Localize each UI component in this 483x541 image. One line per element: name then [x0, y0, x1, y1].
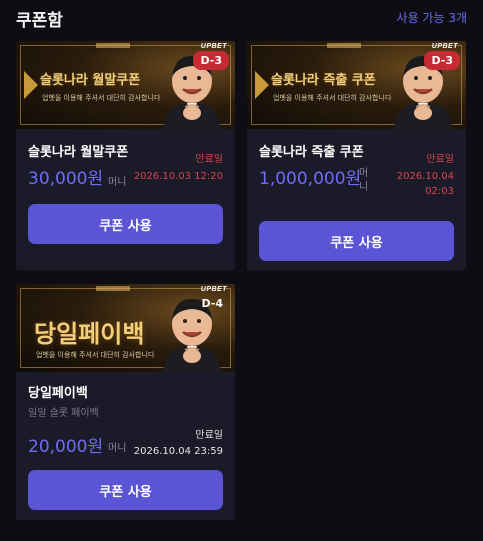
coupon-banner: 슬롯나라 즉출 쿠폰 업벳을 이용해 주셔서 대단히 감사합니다 UPBET D…	[247, 41, 466, 129]
banner-subtitle: 업벳을 이용해 주셔서 대단히 감사합니다	[42, 94, 161, 102]
coupon-name: 슬롯나라 즉출 쿠폰	[259, 145, 364, 160]
expiry-date: 2026.10.04	[396, 171, 454, 182]
banner-title: 당일페이백	[34, 320, 145, 348]
expiry-label: 만료일	[195, 154, 223, 165]
banner-title: 슬롯나라 월말쿠폰	[40, 73, 141, 88]
brand-logo: UPBET	[200, 286, 227, 293]
page-title: 쿠폰함	[16, 11, 63, 31]
expiry-time: 02:03	[425, 186, 454, 197]
coupon-card: 슬롯나라 즉출 쿠폰 업벳을 이용해 주셔서 대단히 감사합니다 UPBET D…	[247, 41, 466, 270]
coupon-amount: 1,000,000원	[259, 169, 362, 189]
coupon-name: 당일페이백	[28, 386, 88, 401]
banner-subtitle: 업벳을 이용해 주셔서 대단히 감사합니다	[36, 351, 155, 359]
amount-unit: 머니	[108, 443, 127, 454]
d-day-badge: D-3	[424, 51, 460, 70]
coupon-name: 슬롯나라 월말쿠폰	[28, 145, 129, 160]
coupon-box-header: 쿠폰함 사용 가능 3개	[16, 6, 467, 31]
coupon-amount: 30,000원	[28, 169, 104, 189]
amount-unit: 머니	[359, 168, 369, 193]
banner-title: 슬롯나라 즉출 쿠폰	[271, 73, 376, 88]
expiry-date: 2026.10.04 23:59	[133, 446, 223, 457]
expiry-label: 만료일	[195, 430, 223, 441]
d-day-badge: D-4	[201, 297, 223, 310]
use-coupon-button[interactable]: 쿠폰 사용	[28, 470, 223, 510]
coupon-amount: 20,000원	[28, 437, 104, 457]
expiry-label: 만료일	[426, 154, 454, 165]
available-count: 사용 가능 3개	[396, 11, 467, 25]
coupon-description: 일일 슬롯 페이백	[28, 408, 99, 419]
coupon-banner: 슬롯나라 월말쿠폰 업벳을 이용해 주셔서 대단히 감사합니다 UPBET D-…	[16, 41, 235, 129]
amount-unit: 머니	[108, 177, 127, 188]
banner-subtitle: 업벳을 이용해 주셔서 대단히 감사합니다	[273, 94, 392, 102]
d-day-badge: D-3	[193, 51, 229, 70]
brand-logo: UPBET	[200, 43, 227, 50]
use-coupon-button[interactable]: 쿠폰 사용	[28, 204, 223, 244]
coupon-card: 슬롯나라 월말쿠폰 업벳을 이용해 주셔서 대단히 감사합니다 UPBET D-…	[16, 41, 235, 270]
coupon-card: 당일페이백 업벳을 이용해 주셔서 대단히 감사합니다 UPBET D-4 당일…	[16, 284, 235, 520]
use-coupon-button[interactable]: 쿠폰 사용	[259, 221, 454, 261]
expiry-date: 2026.10.03 12:20	[133, 171, 223, 182]
brand-logo: UPBET	[431, 43, 458, 50]
coupon-banner: 당일페이백 업벳을 이용해 주셔서 대단히 감사합니다 UPBET D-4	[16, 284, 235, 372]
